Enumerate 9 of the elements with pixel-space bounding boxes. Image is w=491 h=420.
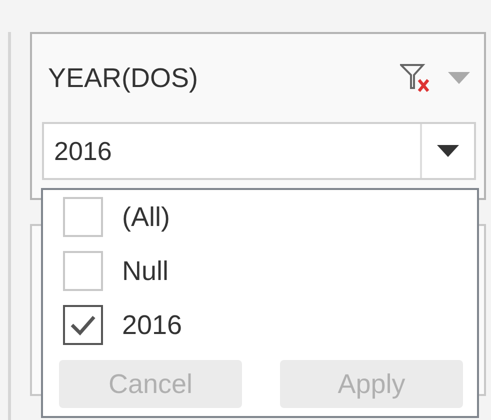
check-icon [70,314,96,336]
option-label: (All) [122,202,170,232]
filter-title: YEAR(DOS) [48,62,200,94]
checkbox[interactable] [63,305,103,345]
dropdown-field[interactable]: 2016 [42,122,476,180]
clear-filter-icon[interactable] [400,63,430,93]
selected-value: 2016 [53,136,113,166]
option-label: 2016 [122,310,182,340]
option-label: Null [122,256,169,286]
